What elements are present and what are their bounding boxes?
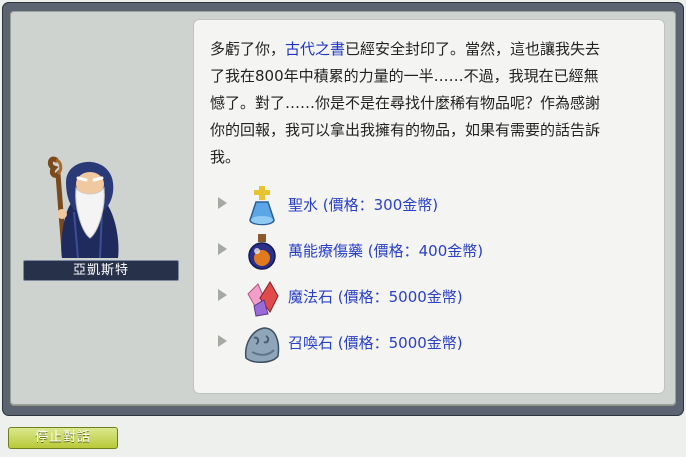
option-label: 聖水 (價格：300金幣) — [288, 196, 439, 214]
dialog-line: 了我在800年中積累的力量的一半……不過，我現在已經無 — [210, 67, 599, 85]
dialog-line: 你的回報，我可以拿出我擁有的物品，如果有需要的話告訴 — [210, 121, 601, 139]
option-label: 魔法石 (價格：5000金幣) — [288, 288, 463, 306]
option-magic-rock[interactable]: 魔法石 (價格：5000金幣) — [218, 276, 638, 320]
option-summoning-rock[interactable]: 召喚石 (價格：5000金幣) — [218, 322, 638, 366]
option-label: 萬能療傷藥 (價格：400金幣) — [288, 242, 484, 260]
option-arrow-icon — [218, 289, 227, 301]
summoning-rock-icon — [244, 327, 280, 363]
option-label: 召喚石 (價格：5000金幣) — [288, 334, 463, 352]
dialog-text-segment: 多虧了你， — [210, 40, 286, 58]
holy-water-icon — [249, 186, 275, 226]
dialog-line: 我。 — [210, 148, 241, 166]
option-arrow-icon — [218, 197, 227, 209]
option-arrow-icon — [218, 335, 227, 347]
option-holy-water[interactable]: 聖水 (價格：300金幣) — [218, 184, 638, 228]
dialog-line: 多虧了你，古代之書已經安全封印了。當然，這也讓我失去 — [210, 36, 660, 63]
dialog-text-segment: 已經安全封印了。當然，這也讓我失去 — [345, 40, 601, 58]
option-arrow-icon — [218, 243, 227, 255]
highlighted-item-name: 古代之書 — [285, 40, 346, 58]
all-cure-potion-icon — [248, 234, 276, 270]
dialog-message: 多虧了你，古代之書已經安全封印了。當然，這也讓我失去 了我在800年中積累的力量… — [210, 36, 660, 171]
option-all-cure-potion[interactable]: 萬能療傷藥 (價格：400金幣) — [218, 230, 638, 274]
stop-conversation-button[interactable]: 停止對話 — [8, 427, 118, 449]
magic-rock-icon — [247, 281, 279, 317]
dialog-line: 憾了。對了……你是不是在尋找什麼稀有物品呢？作為感謝 — [210, 94, 601, 112]
old-wizard-portrait-icon — [47, 156, 119, 259]
npc-name-plate: 亞凱斯特 — [23, 260, 179, 281]
